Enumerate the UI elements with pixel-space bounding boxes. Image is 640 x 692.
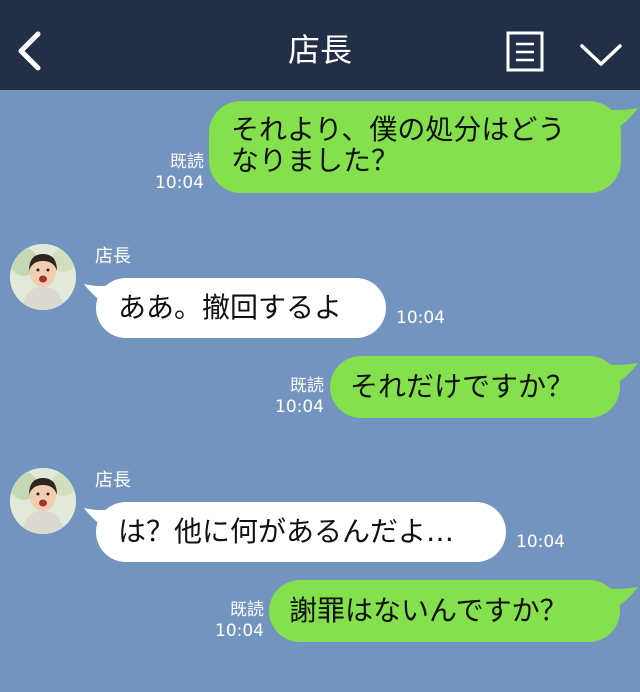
bubble-tail (596, 108, 638, 134)
message-bubble-received[interactable]: ああ。撤回するよ (96, 278, 386, 338)
timestamp: 10:04 (155, 173, 204, 193)
message-bubble-sent[interactable]: それだけですか？ (330, 356, 620, 418)
message-bubble-sent[interactable]: 謝罪はないんですか？ (269, 580, 620, 642)
chevron-left-icon (18, 31, 41, 71)
message-text: それより、僕の処分はどう (231, 113, 566, 146)
child-photo-icon (10, 244, 76, 310)
message-meta: 既読 10:04 (210, 600, 264, 642)
bubble-tail (596, 363, 638, 389)
chat-header: 店長 (0, 0, 640, 90)
avatar[interactable] (10, 244, 76, 310)
read-receipt: 既読 (230, 600, 264, 620)
chat-title: 店長 (287, 31, 352, 69)
timestamp: 10:04 (396, 308, 445, 328)
document-list-icon (506, 31, 544, 72)
message-text: なりました？ (231, 144, 400, 177)
message-meta: 既読 10:04 (150, 152, 204, 194)
menu-button[interactable] (506, 31, 544, 72)
message-meta: 既読 10:04 (270, 376, 324, 418)
sender-name: 店長 (95, 246, 131, 267)
message-bubble-sent[interactable]: それより、僕の処分はどう なりました？ (209, 101, 621, 193)
back-button[interactable] (12, 26, 52, 76)
message-text: それだけですか？ (350, 370, 575, 403)
message-text: 謝罪はないんですか？ (289, 594, 568, 627)
chevron-down-icon (580, 44, 622, 66)
read-receipt: 既読 (170, 152, 204, 172)
bubble-tail (596, 587, 638, 613)
collapse-button[interactable] (578, 40, 624, 70)
avatar[interactable] (10, 468, 76, 534)
message-bubble-received[interactable]: は？他に何があるんだよ… (96, 502, 506, 562)
timestamp: 10:04 (275, 397, 324, 417)
message-text: ああ。撤回するよ (118, 291, 343, 324)
timestamp: 10:04 (516, 532, 565, 552)
timestamp: 10:04 (215, 621, 264, 641)
sender-name: 店長 (95, 470, 131, 491)
message-text: は？他に何があるんだよ… (118, 515, 455, 548)
read-receipt: 既読 (290, 376, 324, 396)
child-photo-icon (10, 468, 76, 534)
